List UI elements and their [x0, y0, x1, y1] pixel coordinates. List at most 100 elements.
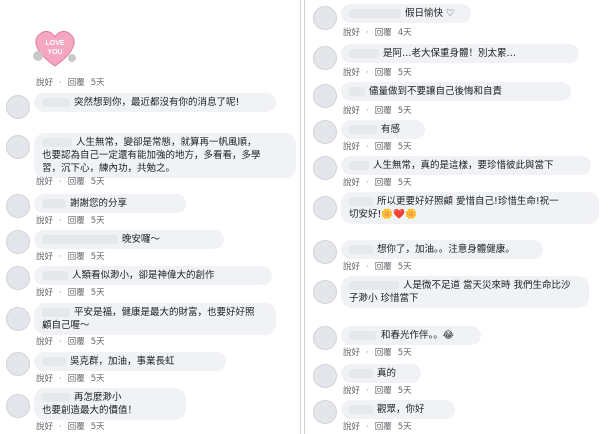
like-button[interactable]: 說好	[36, 78, 53, 88]
avatar[interactable]	[6, 230, 30, 254]
comment-actions: 說好 · 回覆 5天	[343, 422, 412, 432]
reply-button[interactable]: 回覆	[68, 374, 85, 384]
user-name-redacted[interactable]	[42, 357, 66, 366]
reply-button[interactable]: 回覆	[68, 337, 85, 347]
comment-time: 5天	[397, 386, 412, 396]
reply-button[interactable]: 回覆	[375, 386, 392, 396]
avatar[interactable]	[6, 307, 30, 331]
comment-actions: 說好 · 回覆 5天	[36, 422, 105, 432]
reply-button[interactable]: 回覆	[375, 106, 392, 116]
comment-bubble: 想你了，加油。。注意身體健康。	[341, 240, 543, 259]
comment-actions: 說好 · 回覆 5天	[343, 142, 412, 152]
svg-text:YOU: YOU	[47, 49, 62, 56]
user-name-redacted[interactable]	[349, 331, 377, 340]
reply-button[interactable]: 回覆	[375, 422, 392, 432]
like-button[interactable]: 說好	[343, 106, 360, 116]
like-button[interactable]: 說好	[36, 177, 53, 187]
avatar[interactable]	[313, 400, 337, 424]
comment-actions: 說好 · 回覆 5天	[343, 262, 412, 272]
comment-text: 人是微不足道 當天災來時 我們生命比沙	[403, 280, 571, 291]
user-name-redacted[interactable]	[42, 138, 72, 147]
like-button[interactable]: 說好	[343, 348, 360, 358]
user-name-redacted[interactable]	[349, 87, 365, 96]
like-button[interactable]: 說好	[36, 337, 53, 347]
like-button[interactable]: 說好	[36, 216, 53, 226]
reply-button[interactable]: 回覆	[68, 422, 85, 432]
comment-time: 5天	[90, 78, 105, 88]
reply-button[interactable]: 回覆	[375, 262, 392, 272]
reply-button[interactable]: 回覆	[68, 252, 85, 262]
comment-text-line: 子渺小 珍惜當下	[349, 293, 419, 304]
comment-time: 5天	[90, 337, 105, 347]
comment-actions: 說好 · 回覆 5天	[36, 216, 105, 226]
reply-button[interactable]: 回覆	[375, 68, 392, 78]
reply-button[interactable]: 回覆	[375, 348, 392, 358]
comment-text: 所以更要好好照顧 愛惜自己!珍惜生命!祝一	[377, 196, 559, 207]
reply-button[interactable]: 回覆	[375, 142, 392, 152]
comment-bubble: 吳克群，加油，事業長虹	[34, 352, 226, 371]
avatar[interactable]	[313, 240, 337, 264]
avatar[interactable]	[313, 364, 337, 388]
like-button[interactable]: 說好	[343, 422, 360, 432]
user-name-redacted[interactable]	[42, 393, 70, 402]
comment-actions: 說好 · 回覆 5天	[36, 288, 105, 298]
reply-button[interactable]: 回覆	[375, 28, 392, 38]
user-name-redacted[interactable]	[349, 125, 377, 134]
user-name-redacted[interactable]	[42, 199, 66, 208]
like-button[interactable]: 說好	[36, 422, 53, 432]
avatar[interactable]	[6, 194, 30, 218]
avatar[interactable]	[6, 135, 30, 159]
comment-actions: 說好 · 回覆 5天	[343, 68, 412, 78]
user-name-redacted[interactable]	[42, 235, 118, 244]
reply-button[interactable]: 回覆	[68, 177, 85, 187]
comment-time: 5天	[90, 374, 105, 384]
reply-button[interactable]: 回覆	[68, 216, 85, 226]
avatar[interactable]	[313, 6, 337, 30]
avatar[interactable]	[313, 120, 337, 144]
like-button[interactable]: 說好	[36, 288, 53, 298]
like-button[interactable]: 說好	[343, 386, 360, 396]
user-name-redacted[interactable]	[349, 49, 379, 58]
avatar[interactable]	[313, 196, 337, 220]
avatar[interactable]	[6, 266, 30, 290]
comment-bubble: 人類看似渺小，卻是神偉大的創作	[34, 266, 272, 285]
comment-time: 5天	[90, 288, 105, 298]
user-name-redacted[interactable]	[349, 9, 401, 18]
user-name-redacted[interactable]	[349, 197, 373, 206]
comment-actions: 說好 · 回覆 4天	[343, 28, 412, 38]
avatar[interactable]	[313, 84, 337, 108]
avatar[interactable]	[313, 156, 337, 180]
comment-bubble: 人生無常，變卻是常態，就算再一帆風順， 也要認為自己一定還有能加強的地方，多看看…	[34, 133, 296, 178]
comment-text: 突然想到你，最近都沒有你的消息了呢!	[74, 97, 240, 108]
like-button[interactable]: 說好	[343, 262, 360, 272]
reply-button[interactable]: 回覆	[68, 78, 85, 88]
reply-button[interactable]: 回覆	[375, 178, 392, 188]
reply-button[interactable]: 回覆	[68, 288, 85, 298]
user-name-redacted[interactable]	[42, 271, 68, 280]
comment-time: 5天	[90, 177, 105, 187]
comment-time: 5天	[90, 252, 105, 262]
user-name-redacted[interactable]	[349, 369, 373, 378]
like-button[interactable]: 說好	[343, 142, 360, 152]
like-button[interactable]: 說好	[36, 374, 53, 384]
user-name-redacted[interactable]	[349, 281, 399, 290]
avatar[interactable]	[6, 352, 30, 376]
avatar[interactable]	[313, 326, 337, 350]
comment-bubble: 有感	[341, 120, 425, 139]
user-name-redacted[interactable]	[42, 98, 70, 107]
comment-time: 5天	[397, 262, 412, 272]
avatar[interactable]	[313, 46, 337, 70]
avatar[interactable]	[6, 95, 30, 119]
like-button[interactable]: 說好	[343, 178, 360, 188]
avatar[interactable]	[6, 394, 30, 418]
user-name-redacted[interactable]	[349, 405, 373, 414]
comment-time: 5天	[397, 106, 412, 116]
like-button[interactable]: 說好	[343, 68, 360, 78]
user-name-redacted[interactable]	[349, 161, 369, 170]
user-name-redacted[interactable]	[349, 245, 373, 254]
user-name-redacted[interactable]	[42, 308, 70, 317]
avatar[interactable]	[313, 280, 337, 304]
like-button[interactable]: 說好	[343, 28, 360, 38]
svg-text:LOVE: LOVE	[45, 40, 64, 47]
like-button[interactable]: 說好	[36, 252, 53, 262]
